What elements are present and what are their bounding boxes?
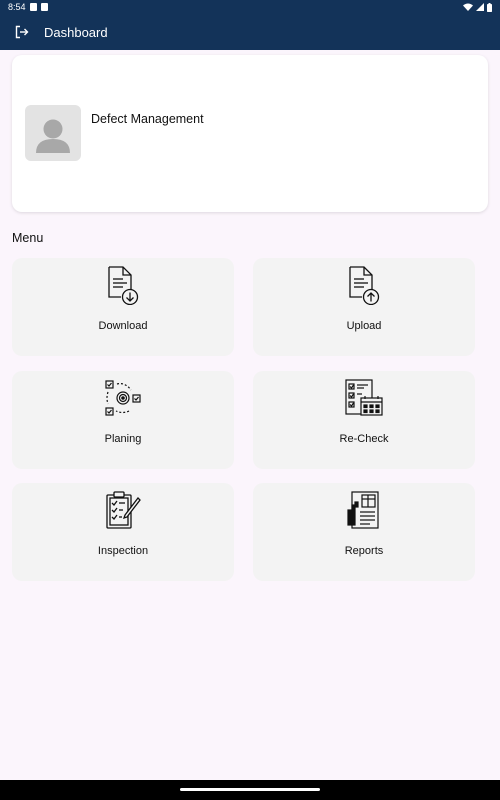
menu-item-upload[interactable]: Upload [253, 258, 475, 356]
home-gesture-handle[interactable] [180, 788, 320, 791]
menu-item-reports[interactable]: Reports [253, 483, 475, 581]
file-download-icon [108, 266, 139, 305]
status-bar: 8:54 [0, 0, 500, 14]
checklist-calendar-icon [345, 379, 383, 416]
battery-icon [487, 2, 492, 12]
clipboard-inspection-icon [106, 491, 141, 529]
logout-icon [15, 25, 29, 39]
menu-item-label: Reports [344, 545, 384, 557]
app-bar-title: Dashboard [44, 24, 108, 40]
notification-icon [40, 3, 48, 11]
menu-item-label: Re-Check [339, 433, 389, 445]
menu-item-label: Download [98, 320, 148, 332]
menu-item-inspection[interactable]: Inspection [12, 483, 234, 581]
status-time: 8:54 [8, 2, 26, 12]
menu-item-re-check[interactable]: Re-Check [253, 371, 475, 469]
report-document-icon [347, 491, 379, 529]
profile-name: Defect Management [91, 112, 204, 126]
menu-item-label: Upload [346, 320, 382, 332]
logout-button[interactable] [0, 14, 44, 50]
menu-item-label: Planing [104, 433, 142, 445]
signal-icon [476, 3, 484, 11]
menu-item-label: Inspection [97, 545, 149, 557]
wifi-icon [463, 3, 473, 11]
sim-card-icon [29, 3, 37, 11]
menu-item-planing[interactable]: Planing [12, 371, 234, 469]
file-upload-icon [349, 266, 380, 305]
avatar [25, 105, 81, 161]
app-bar: Dashboard [0, 14, 500, 50]
user-placeholder-icon [36, 119, 70, 153]
menu-section-title: Menu [12, 231, 44, 245]
menu-item-download[interactable]: Download [12, 258, 234, 356]
system-nav-bar [0, 780, 500, 800]
profile-card: Defect Management [12, 55, 488, 212]
planning-cycle-icon [105, 380, 141, 416]
